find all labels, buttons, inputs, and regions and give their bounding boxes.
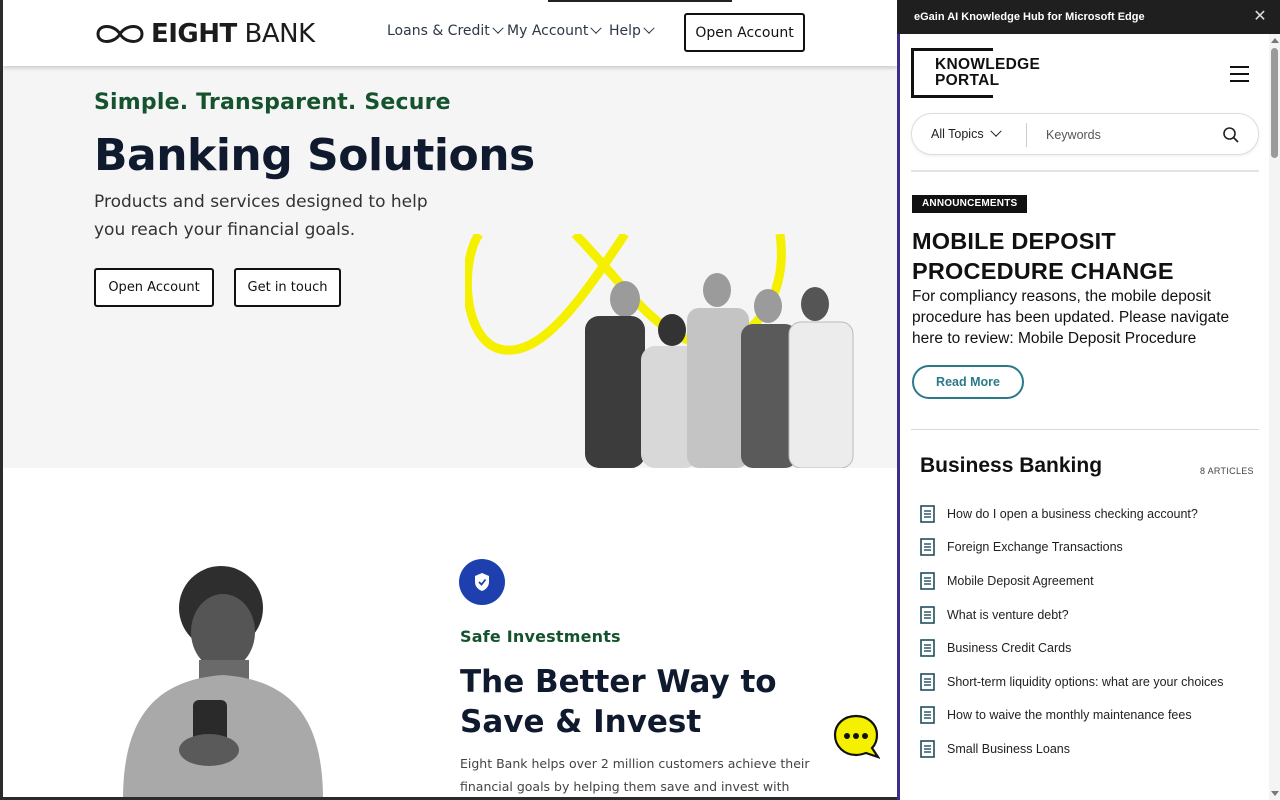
article-title: Short-term liquidity options: what are y… xyxy=(947,674,1224,689)
announcement-title: MOBILE DEPOSIT PROCEDURE CHANGE xyxy=(912,228,1174,284)
shield-badge xyxy=(459,559,505,605)
scroll-up-arrow-icon[interactable] xyxy=(1271,38,1279,43)
article-link[interactable]: Mobile Deposit Agreement xyxy=(920,564,1250,598)
article-link[interactable]: Foreign Exchange Transactions xyxy=(920,531,1250,565)
chevron-down-icon xyxy=(492,22,504,34)
document-icon xyxy=(920,706,935,725)
article-title: Business Credit Cards xyxy=(947,641,1072,656)
announcements-badge: ANNOUNCEMENTS xyxy=(912,195,1028,213)
header-open-account-button[interactable]: Open Account xyxy=(684,13,805,52)
nav-help[interactable]: Help xyxy=(609,22,655,39)
nav-loans-credit[interactable]: Loans & Credit xyxy=(387,22,504,39)
features-title: The Better Way to Save & Invest xyxy=(460,664,777,740)
scrollbar-thumb[interactable] xyxy=(1271,48,1278,158)
shield-icon xyxy=(475,573,489,591)
article-title: Foreign Exchange Transactions xyxy=(947,540,1123,555)
announcement-body: For compliancy reasons, the mobile depos… xyxy=(912,288,1230,347)
search-bar: All Topics xyxy=(911,113,1259,155)
document-icon xyxy=(920,605,935,624)
article-title: How to waive the monthly maintenance fee… xyxy=(947,708,1192,723)
scroll-down-arrow-icon[interactable] xyxy=(1271,791,1279,796)
top-strip xyxy=(548,0,732,2)
article-link[interactable]: How do I open a business checking accoun… xyxy=(920,497,1250,531)
logo-text: EIGHT BANK xyxy=(151,19,315,49)
eight-bank-logo[interactable]: EIGHT BANK xyxy=(95,18,315,50)
document-icon xyxy=(920,639,935,657)
search-icon[interactable] xyxy=(1222,126,1240,144)
infinity-logo-icon xyxy=(96,25,144,43)
hero-title: Banking Solutions xyxy=(94,130,535,181)
topics-dropdown[interactable]: All Topics xyxy=(931,125,1002,141)
chevron-down-icon xyxy=(590,22,603,34)
document-icon xyxy=(920,504,935,523)
document-icon xyxy=(920,672,935,691)
nav-label: Loans & Credit xyxy=(387,23,490,39)
get-in-touch-button[interactable]: Get in touch xyxy=(234,268,341,307)
nav-my-account[interactable]: My Account xyxy=(507,22,603,39)
divider xyxy=(911,170,1259,172)
features-eyebrow: Safe Investments xyxy=(460,627,621,646)
close-icon[interactable]: ✕ xyxy=(1252,9,1268,25)
document-icon xyxy=(920,740,935,758)
panel-window-title: eGain AI Knowledge Hub for Microsoft Edg… xyxy=(914,11,1145,23)
article-title: What is venture debt? xyxy=(947,607,1069,622)
features-body: Eight Bank helps over 2 million customer… xyxy=(460,756,810,794)
panel-titlebar: eGain AI Knowledge Hub for Microsoft Edg… xyxy=(900,0,1280,34)
article-link[interactable]: Small Business Loans xyxy=(920,732,1250,766)
chat-bubble-icon[interactable] xyxy=(832,713,880,761)
hero-people-image xyxy=(465,234,854,468)
chevron-down-icon xyxy=(643,22,655,34)
hamburger-menu-icon[interactable] xyxy=(1230,66,1250,82)
knowledge-hub-panel: eGain AI Knowledge Hub for Microsoft Edg… xyxy=(900,0,1280,800)
divider xyxy=(911,429,1259,430)
article-list: How do I open a business checking accoun… xyxy=(920,497,1250,766)
nav-label: Help xyxy=(609,23,641,39)
article-link[interactable]: Business Credit Cards xyxy=(920,631,1250,665)
features-section: Safe Investments The Better Way to Save … xyxy=(3,468,897,797)
hero-eyebrow: Simple. Transparent. Secure xyxy=(94,90,451,115)
search-divider xyxy=(1026,123,1027,147)
document-icon xyxy=(920,538,935,557)
scrollbar[interactable] xyxy=(1269,34,1280,800)
section-title: Business Banking xyxy=(920,454,1103,477)
knowledge-portal-logo[interactable]: KNOWLEDGE PORTAL xyxy=(911,48,1046,100)
hero-section: Simple. Transparent. Secure Banking Solu… xyxy=(3,66,897,468)
hero-subtitle: Products and services designed to help y… xyxy=(94,192,428,240)
logo-text: KNOWLEDGE PORTAL xyxy=(935,56,1041,89)
document-icon xyxy=(920,572,935,590)
nav-label: My Account xyxy=(507,23,589,39)
bank-website: EIGHT BANK Loans & Credit My Account Hel… xyxy=(3,0,897,797)
article-title: Small Business Loans xyxy=(947,741,1070,756)
woman-with-phone-image xyxy=(123,566,323,797)
article-count: 8 ARTICLES xyxy=(1200,466,1254,476)
article-link[interactable]: Short-term liquidity options: what are y… xyxy=(920,665,1250,699)
article-title: How do I open a business checking accoun… xyxy=(947,506,1198,521)
topics-dropdown-value: All Topics xyxy=(931,127,984,141)
article-link[interactable]: What is venture debt? xyxy=(920,598,1250,632)
site-header: EIGHT BANK Loans & Credit My Account Hel… xyxy=(3,0,897,66)
hero-open-account-button[interactable]: Open Account xyxy=(94,268,214,307)
article-title: Mobile Deposit Agreement xyxy=(947,573,1094,588)
chevron-down-icon xyxy=(989,125,1002,137)
article-link[interactable]: How to waive the monthly maintenance fee… xyxy=(920,699,1250,733)
read-more-button[interactable]: Read More xyxy=(912,365,1024,399)
keywords-input[interactable] xyxy=(1046,124,1216,146)
